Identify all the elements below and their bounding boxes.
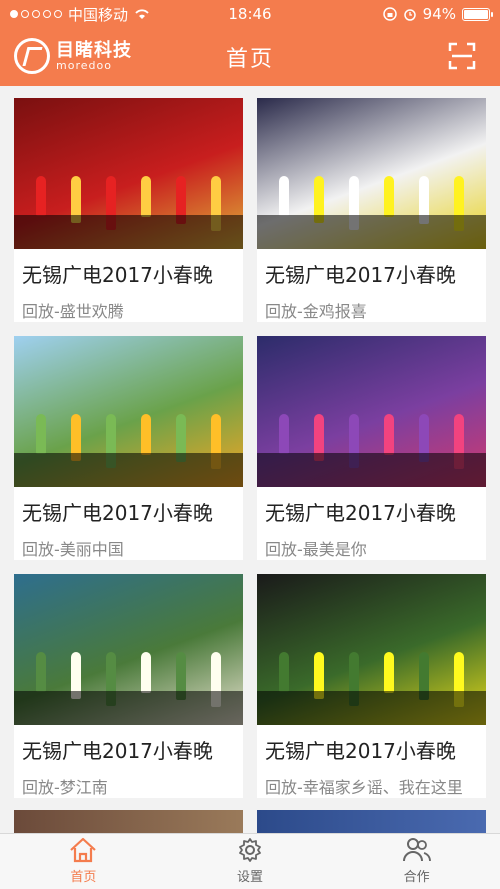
audience-silhouette bbox=[257, 215, 486, 250]
audience-silhouette bbox=[257, 453, 486, 488]
scan-icon[interactable] bbox=[448, 42, 476, 70]
tab-home-label: 首页 bbox=[70, 870, 97, 885]
video-card[interactable]: 无锡广电2017小春晚回放-梦江南 bbox=[14, 574, 243, 798]
audience-silhouette bbox=[14, 691, 243, 726]
logo-name: 目睹科技 bbox=[56, 39, 132, 61]
video-subtitle: 回放-幸福家乡谣、我在这里 bbox=[265, 778, 463, 798]
rotation-lock-icon bbox=[382, 7, 397, 21]
audience-silhouette bbox=[14, 453, 243, 488]
carrier-label: 中国移动 bbox=[68, 5, 129, 24]
nav-bar: 目睹科技 moredoo 首页 bbox=[0, 28, 500, 86]
video-subtitle: 回放-梦江南 bbox=[22, 778, 108, 798]
video-card[interactable]: 无锡广电2017小春晚回放-盛世欢腾 bbox=[14, 98, 243, 322]
page-title: 首页 bbox=[225, 47, 274, 72]
tab-home[interactable]: 首页 bbox=[0, 834, 167, 889]
wifi-icon bbox=[135, 9, 149, 19]
audience-silhouette bbox=[14, 215, 243, 250]
video-title: 无锡广电2017小春晚 bbox=[22, 739, 213, 764]
logo-mark-icon bbox=[14, 38, 50, 74]
home-icon bbox=[70, 837, 97, 863]
app-header: 中国移动 18:46 94% 目睹科技 moredoo 首页 bbox=[0, 0, 500, 86]
video-thumbnail[interactable] bbox=[14, 98, 243, 250]
tab-cooperation-label: 合作 bbox=[403, 870, 430, 885]
video-subtitle: 回放-美丽中国 bbox=[22, 540, 124, 560]
tab-settings[interactable]: 设置 bbox=[167, 834, 334, 889]
tab-settings-label: 设置 bbox=[237, 870, 264, 885]
video-thumbnail[interactable] bbox=[257, 574, 486, 726]
tab-bar: 首页 设置 合作 bbox=[0, 833, 500, 889]
audience-silhouette bbox=[257, 691, 486, 726]
battery-percent: 94% bbox=[422, 5, 456, 23]
brand-logo: 目睹科技 moredoo bbox=[14, 38, 132, 74]
video-thumbnail[interactable] bbox=[257, 98, 486, 250]
video-card[interactable]: 无锡广电2017小春晚回放-幸福家乡谣、我在这里 bbox=[257, 574, 486, 798]
video-grid: 无锡广电2017小春晚 回放-盛世欢腾 无锡广电2017小春晚 回放-金鸡报喜 无锡广电… bbox=[14, 98, 486, 798]
battery-icon bbox=[462, 7, 493, 21]
video-title: 无锡广电2017小春晚 bbox=[265, 263, 456, 288]
video-subtitle: 回放-最美是你 bbox=[265, 540, 367, 560]
status-right: 94% bbox=[382, 5, 493, 23]
partners-icon bbox=[402, 838, 431, 862]
video-title: 无锡广电2017小春晚 bbox=[22, 501, 213, 526]
battery-level bbox=[464, 9, 489, 19]
video-subtitle: 回放-金鸡报喜 bbox=[265, 302, 367, 322]
gear-icon bbox=[239, 838, 261, 862]
logo-subtitle: moredoo bbox=[56, 58, 112, 72]
tab-cooperation[interactable]: 合作 bbox=[333, 834, 500, 889]
alarm-icon bbox=[403, 9, 416, 21]
status-bar: 中国移动 18:46 94% bbox=[0, 0, 500, 28]
video-card[interactable]: 无锡广电2017小春晚回放-金鸡报喜 bbox=[257, 98, 486, 322]
status-left: 中国移动 bbox=[10, 4, 150, 25]
video-title: 无锡广电2017小春晚 bbox=[265, 501, 456, 526]
video-thumbnail[interactable] bbox=[257, 336, 486, 488]
video-card[interactable]: 无锡广电2017小春晚回放-美丽中国 bbox=[14, 336, 243, 560]
video-card[interactable]: 无锡广电2017小春晚回放-最美是你 bbox=[257, 336, 486, 560]
video-thumbnail[interactable] bbox=[14, 336, 243, 488]
video-title: 无锡广电2017小春晚 bbox=[265, 739, 456, 764]
next-row-thumb-right bbox=[257, 810, 486, 834]
signal-icon bbox=[10, 10, 62, 18]
video-title: 无锡广电2017小春晚 bbox=[22, 263, 213, 288]
video-subtitle: 回放-盛世欢腾 bbox=[22, 302, 124, 322]
next-row-thumb-left bbox=[14, 810, 243, 834]
video-thumbnail[interactable] bbox=[14, 574, 243, 726]
